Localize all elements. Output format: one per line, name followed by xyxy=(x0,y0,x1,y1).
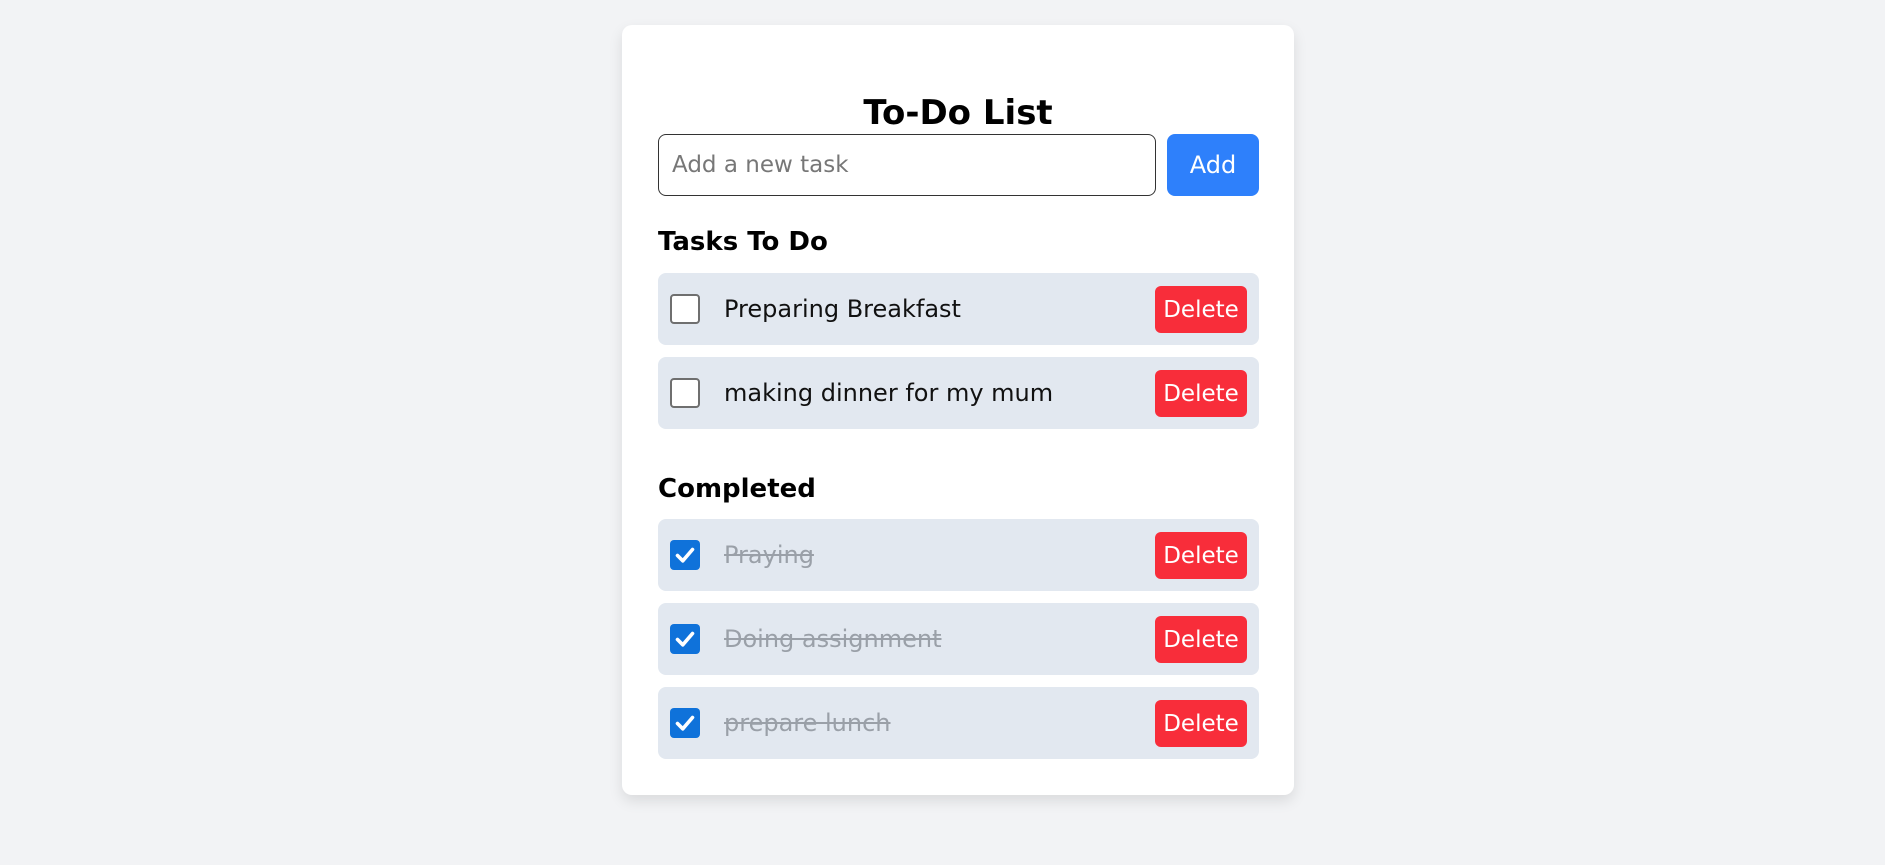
task-checkbox-checked[interactable] xyxy=(670,540,700,570)
task-checkbox[interactable] xyxy=(670,378,700,408)
completed-task-item: Doing assignment Delete xyxy=(658,603,1259,675)
completed-task-text: prepare lunch xyxy=(724,709,891,737)
delete-task-button[interactable]: Delete xyxy=(1155,616,1247,663)
delete-task-button[interactable]: Delete xyxy=(1155,700,1247,747)
task-checkbox[interactable] xyxy=(670,294,700,324)
task-checkbox-checked[interactable] xyxy=(670,708,700,738)
completed-task-item: Praying Delete xyxy=(658,519,1259,591)
new-task-input[interactable] xyxy=(658,134,1156,196)
task-item: making dinner for my mum Delete xyxy=(658,357,1259,429)
add-task-button[interactable]: Add xyxy=(1167,134,1259,196)
completed-task-text: Praying xyxy=(724,541,814,569)
task-item: Preparing Breakfast Delete xyxy=(658,273,1259,345)
completed-heading: Completed xyxy=(658,474,816,504)
task-checkbox-checked[interactable] xyxy=(670,624,700,654)
delete-task-button[interactable]: Delete xyxy=(1155,370,1247,417)
tasks-to-do-heading: Tasks To Do xyxy=(658,227,828,257)
completed-list: Praying Delete Doing assignment Delete p… xyxy=(658,519,1259,771)
task-text: making dinner for my mum xyxy=(724,379,1054,407)
page-title: To-Do List xyxy=(863,93,1053,133)
delete-task-button[interactable]: Delete xyxy=(1155,286,1247,333)
tasks-to-do-list: Preparing Breakfast Delete making dinner… xyxy=(658,273,1259,441)
task-text: Preparing Breakfast xyxy=(724,295,961,323)
checkmark-icon xyxy=(675,547,695,563)
completed-task-text: Doing assignment xyxy=(724,625,942,653)
checkmark-icon xyxy=(675,631,695,647)
checkmark-icon xyxy=(675,715,695,731)
todo-card: To-Do List Add Tasks To Do Preparing Bre… xyxy=(622,25,1294,795)
delete-task-button[interactable]: Delete xyxy=(1155,532,1247,579)
completed-task-item: prepare lunch Delete xyxy=(658,687,1259,759)
